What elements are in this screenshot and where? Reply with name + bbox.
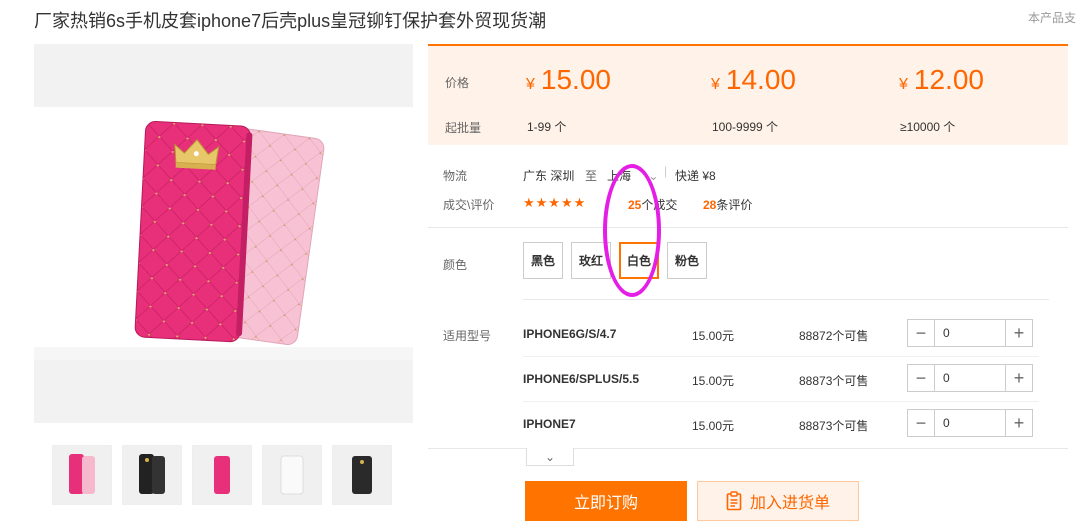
rating-stars: ★★★★★: [523, 195, 587, 210]
divider: |: [664, 164, 668, 178]
currency-symbol: ¥: [899, 76, 908, 93]
model-stock: 88873个可售: [799, 374, 869, 388]
main-product-image[interactable]: [34, 107, 413, 360]
price-label: 价格: [445, 76, 470, 90]
row-divider: [523, 356, 1039, 357]
plus-icon[interactable]: +: [1005, 410, 1032, 436]
price-value: 15.00: [540, 64, 611, 95]
currency-symbol: ¥: [526, 76, 535, 93]
sold-count[interactable]: 25个成交: [628, 196, 677, 213]
thumbnail[interactable]: [52, 445, 112, 505]
price-value: 12.00: [913, 64, 984, 95]
thumbnail[interactable]: [192, 445, 252, 505]
quantity-input[interactable]: [935, 365, 1013, 391]
section-divider: [523, 299, 1049, 300]
moq-range-3: ≥10000 个: [900, 120, 956, 134]
price-tier-3: ¥12.00: [899, 64, 984, 96]
minus-icon[interactable]: −: [908, 410, 935, 436]
ship-to-word: 至: [585, 169, 598, 183]
product-title: 厂家热销6s手机皮套iphone7后壳plus皇冠铆钉保护套外贸现货潮: [34, 11, 547, 31]
logistics-label: 物流: [443, 169, 468, 183]
section-divider: [428, 448, 1068, 449]
clipboard-list-icon: [726, 491, 742, 511]
color-option-black[interactable]: 黑色: [523, 242, 563, 279]
model-label: 适用型号: [443, 329, 492, 343]
model-price: 15.00元: [692, 419, 735, 433]
shipping-fee: 快递 ¥8: [675, 169, 716, 183]
destination-value: 上海: [607, 169, 632, 183]
quantity-input[interactable]: [935, 410, 1013, 436]
color-option-white[interactable]: 白色: [619, 242, 659, 279]
quantity-stepper: − +: [907, 409, 1033, 437]
price-tier-1: ¥15.00: [526, 64, 611, 96]
order-now-button[interactable]: 立即订购: [525, 481, 687, 521]
chevron-down-icon: ⌄: [648, 169, 659, 183]
model-name: IPHONE6G/S/4.7: [523, 327, 617, 341]
support-note[interactable]: 本产品支: [1028, 9, 1076, 26]
plus-icon[interactable]: +: [1005, 320, 1032, 346]
minus-icon[interactable]: −: [908, 365, 935, 391]
model-stock: 88872个可售: [799, 329, 869, 343]
quantity-stepper: − +: [907, 364, 1033, 392]
model-price: 15.00元: [692, 374, 735, 388]
review-count[interactable]: 28条评价: [703, 196, 752, 213]
sold-number: 25: [628, 198, 642, 212]
moq-range-1: 1-99 个: [527, 120, 567, 134]
expand-models-button[interactable]: ⌄: [526, 448, 574, 466]
thumbnail[interactable]: [332, 445, 392, 505]
review-number: 28: [703, 198, 717, 212]
chevron-down-icon: ⌄: [544, 449, 556, 464]
quantity-input[interactable]: [935, 320, 1013, 346]
deals-label: 成交\评价: [443, 198, 495, 212]
minus-icon[interactable]: −: [908, 320, 935, 346]
model-price: 15.00元: [692, 329, 735, 343]
section-divider: [428, 227, 1068, 228]
currency-symbol: ¥: [711, 76, 720, 93]
color-label: 颜色: [443, 258, 468, 272]
add-to-purchase-list-button[interactable]: 加入进货单: [697, 481, 859, 521]
price-value: 14.00: [725, 64, 796, 95]
price-tier-2: ¥14.00: [711, 64, 796, 96]
sold-suffix: 个成交: [641, 198, 678, 212]
add-to-list-label: 加入进货单: [749, 495, 830, 512]
price-panel: 价格 起批量 ¥15.00 ¥14.00 ¥12.00 1-99 个 100-9…: [428, 44, 1068, 145]
color-option-rose[interactable]: 玫红: [571, 242, 611, 279]
quantity-stepper: − +: [907, 319, 1033, 347]
row-divider: [523, 401, 1039, 402]
destination-select[interactable]: 上海 ⌄: [607, 167, 658, 184]
model-name: IPHONE7: [523, 417, 576, 431]
moq-range-2: 100-9999 个: [712, 120, 779, 134]
ship-from: 广东 深圳: [523, 169, 575, 183]
model-name: IPHONE6/SPLUS/5.5: [523, 372, 640, 386]
review-suffix: 条评价: [716, 198, 753, 212]
plus-icon[interactable]: +: [1005, 365, 1032, 391]
thumbnail[interactable]: [122, 445, 182, 505]
color-option-pink[interactable]: 粉色: [667, 242, 707, 279]
model-stock: 88873个可售: [799, 419, 869, 433]
thumbnail[interactable]: [262, 445, 322, 505]
order-now-label: 立即订购: [573, 495, 638, 512]
moq-label: 起批量: [445, 121, 482, 135]
image-gallery: [34, 44, 413, 423]
